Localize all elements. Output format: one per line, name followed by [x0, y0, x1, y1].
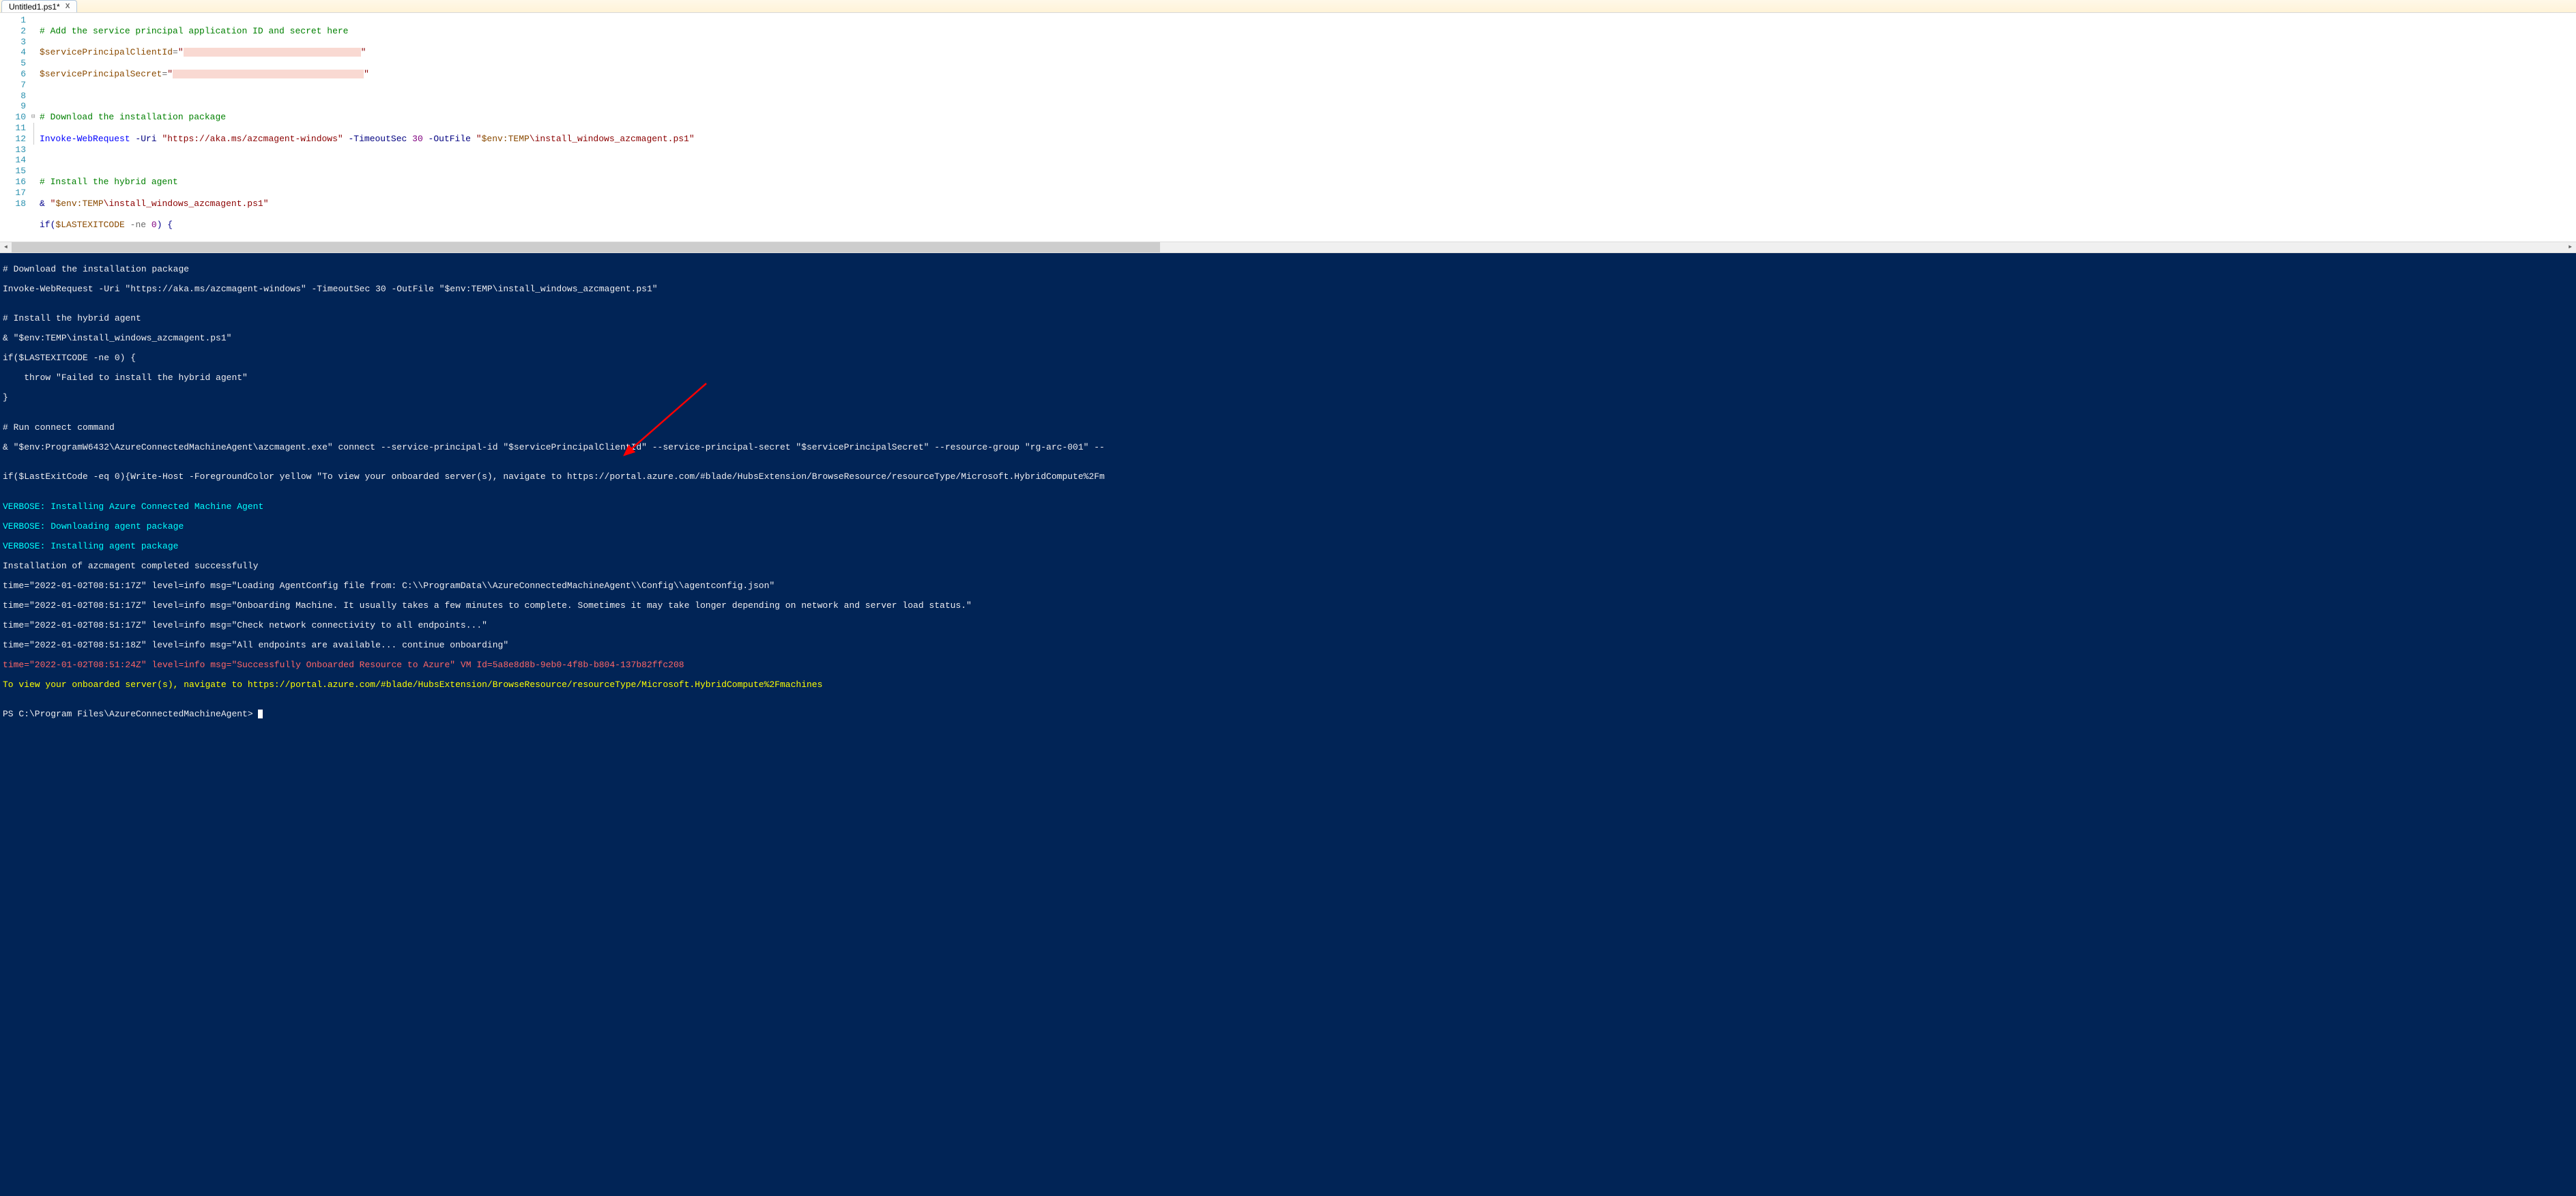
line-number: 11: [0, 123, 26, 134]
line-number: 5: [0, 58, 26, 69]
console-line: & "$env:TEMP\install_windows_azcmagent.p…: [3, 334, 2573, 344]
code-comment: # Install the hybrid agent: [40, 177, 178, 187]
line-number: 6: [0, 69, 26, 80]
line-number: 7: [0, 80, 26, 91]
line-number: 14: [0, 155, 26, 166]
line-number: 10: [0, 112, 26, 123]
tab-bar: Untitled1.ps1* X: [0, 0, 2576, 13]
editor-horizontal-scrollbar[interactable]: ◄ ►: [0, 242, 2576, 253]
scroll-left-icon[interactable]: ◄: [0, 242, 12, 252]
redacted-secret: [173, 70, 364, 78]
tab-script[interactable]: Untitled1.ps1* X: [1, 0, 77, 12]
console-verbose-line: VERBOSE: Downloading agent package: [3, 522, 2573, 532]
line-number: 3: [0, 37, 26, 48]
tab-title: Untitled1.ps1*: [9, 2, 60, 12]
console-line: # Download the installation package: [3, 265, 2573, 275]
redacted-client-id: [184, 48, 361, 57]
console-line: time="2022-01-02T08:51:17Z" level=info m…: [3, 581, 2573, 592]
fold-toggle-icon[interactable]: ⊟: [31, 112, 40, 123]
fold-column: ⊟: [31, 13, 40, 242]
powershell-ise-window: Untitled1.ps1* X 1 2 3 4 5 6 7 8 9 10 11…: [0, 0, 2576, 1196]
close-icon[interactable]: X: [64, 3, 72, 10]
line-number: 9: [0, 101, 26, 112]
console-line: Installation of azcmagent completed succ…: [3, 561, 2573, 572]
console-line: # Install the hybrid agent: [3, 314, 2573, 324]
console-line: time="2022-01-02T08:51:18Z" level=info m…: [3, 641, 2573, 651]
code-comment: # Add the service principal application …: [40, 26, 348, 36]
code-area[interactable]: # Add the service principal application …: [40, 13, 2576, 242]
line-number: 2: [0, 26, 26, 37]
console-info-line: To view your onboarded server(s), naviga…: [3, 680, 2573, 690]
line-number-gutter: 1 2 3 4 5 6 7 8 9 10 11 12 13 14 15 16 1…: [0, 13, 31, 242]
line-number: 18: [0, 199, 26, 209]
line-number: 1: [0, 15, 26, 26]
code-comment: # Download the installation package: [40, 112, 226, 122]
line-number: 4: [0, 47, 26, 58]
code-variable: $servicePrincipalClientId: [40, 47, 173, 57]
console-line: Invoke-WebRequest -Uri "https://aka.ms/a…: [3, 285, 2573, 295]
console-pane[interactable]: # Download the installation package Invo…: [0, 253, 2576, 1196]
console-line: time="2022-01-02T08:51:17Z" level=info m…: [3, 601, 2573, 611]
scroll-right-icon[interactable]: ►: [2564, 242, 2576, 252]
line-number: 12: [0, 134, 26, 145]
console-line: if($LastExitCode -eq 0){Write-Host -Fore…: [3, 472, 2573, 482]
scrollbar-track[interactable]: [12, 242, 2564, 252]
console-line: }: [3, 393, 2573, 403]
code-variable: $servicePrincipalSecret: [40, 69, 162, 79]
console-success-line: time="2022-01-02T08:51:24Z" level=info m…: [3, 660, 2573, 671]
console-verbose-line: VERBOSE: Installing agent package: [3, 542, 2573, 552]
scrollbar-thumb[interactable]: [12, 242, 1160, 252]
code-cmdlet: Invoke-WebRequest: [40, 134, 130, 144]
line-number: 8: [0, 91, 26, 102]
console-line: & "$env:ProgramW6432\AzureConnectedMachi…: [3, 443, 2573, 453]
console-line: time="2022-01-02T08:51:17Z" level=info m…: [3, 621, 2573, 631]
line-number: 17: [0, 188, 26, 199]
script-editor[interactable]: 1 2 3 4 5 6 7 8 9 10 11 12 13 14 15 16 1…: [0, 13, 2576, 242]
console-prompt[interactable]: PS C:\Program Files\AzureConnectedMachin…: [3, 710, 2573, 720]
line-number: 15: [0, 166, 26, 177]
cursor-icon: [258, 710, 263, 718]
console-line: throw "Failed to install the hybrid agen…: [3, 373, 2573, 383]
line-number: 16: [0, 177, 26, 188]
console-verbose-line: VERBOSE: Installing Azure Connected Mach…: [3, 502, 2573, 512]
console-line: # Run connect command: [3, 423, 2573, 433]
line-number: 13: [0, 145, 26, 156]
console-line: if($LASTEXITCODE -ne 0) {: [3, 353, 2573, 364]
